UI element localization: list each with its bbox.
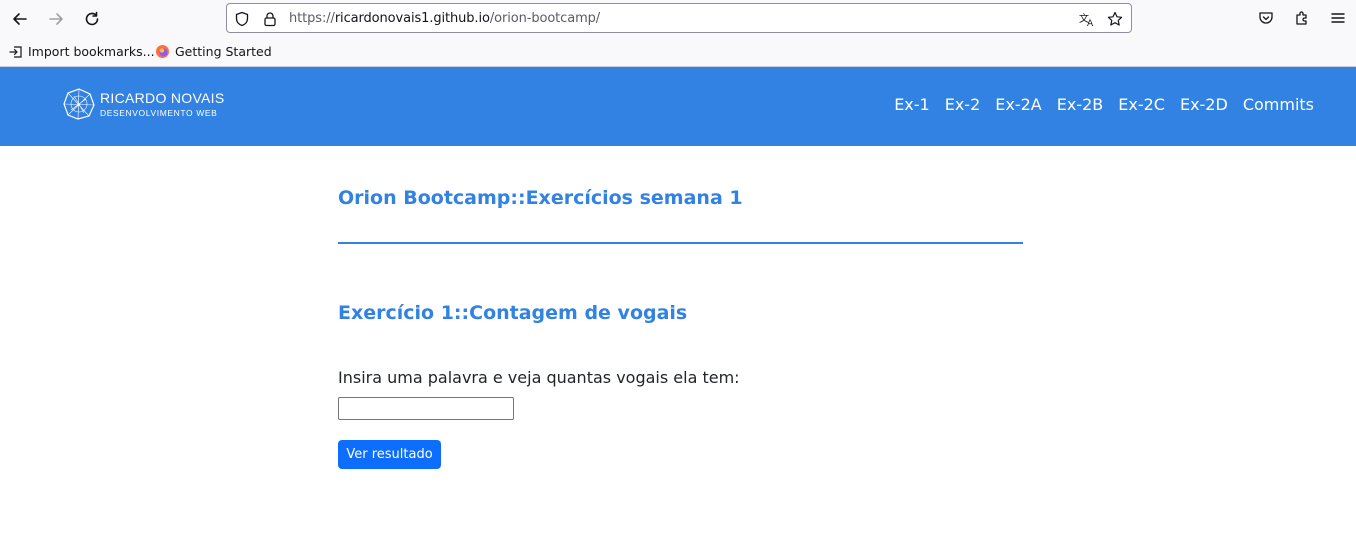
site-logo[interactable]: RICARDO NOVAIS DESENVOLVIMENTO WEB (62, 87, 225, 121)
forward-button[interactable] (45, 8, 67, 30)
reload-button[interactable] (81, 8, 103, 30)
nav-link-commits[interactable]: Commits (1243, 95, 1314, 114)
nav-link-ex-2a[interactable]: Ex-2A (995, 95, 1041, 114)
forward-arrow-icon (49, 13, 63, 25)
site-nav: Ex-1 Ex-2 Ex-2A Ex-2B Ex-2C Ex-2D Commit… (879, 95, 1314, 114)
bookmark-star-icon[interactable] (1107, 11, 1123, 27)
logo-subtitle: DESENVOLVIMENTO WEB (100, 107, 218, 118)
firefox-icon (156, 45, 169, 58)
nav-link-ex-2c[interactable]: Ex-2C (1118, 95, 1165, 114)
logo-text: RICARDO NOVAIS DESENVOLVIMENTO WEB (100, 91, 225, 118)
pocket-icon[interactable] (1257, 9, 1275, 27)
bookmarks-bar: Import bookmarks... Getting Started (0, 38, 1356, 67)
reload-icon (85, 11, 99, 26)
logo-emblem-icon (63, 88, 95, 120)
bookmark-import[interactable]: Import bookmarks... (9, 44, 155, 59)
section-title: Exercício 1::Contagem de vogais (338, 302, 688, 324)
extensions-icon[interactable] (1293, 9, 1311, 27)
nav-link-ex-2d[interactable]: Ex-2D (1180, 95, 1228, 114)
word-input-label: Insira uma palavra e veja quantas vogais… (338, 368, 740, 387)
lock-icon[interactable] (262, 11, 278, 27)
url-host: ricardonovais1.github.io (334, 11, 490, 26)
browser-toolbar: https://ricardonovais1.github.io/orion-b… (0, 0, 1356, 38)
back-arrow-icon (13, 13, 27, 25)
bookmark-label: Getting Started (175, 44, 272, 59)
see-result-button[interactable]: Ver resultado (338, 440, 441, 469)
bookmark-label: Import bookmarks... (28, 44, 155, 59)
shield-icon[interactable] (234, 11, 250, 27)
import-icon (9, 45, 22, 58)
url-text[interactable]: https://ricardonovais1.github.io/orion-b… (289, 11, 600, 26)
svg-text:A: A (1087, 19, 1094, 27)
url-bar[interactable]: https://ricardonovais1.github.io/orion-b… (226, 3, 1132, 33)
back-button[interactable] (9, 8, 31, 30)
nav-link-ex-2b[interactable]: Ex-2B (1057, 95, 1104, 114)
word-input[interactable] (338, 397, 514, 420)
nav-link-ex-2[interactable]: Ex-2 (945, 95, 981, 114)
translate-icon[interactable]: 文A (1079, 11, 1095, 27)
site-header: RICARDO NOVAIS DESENVOLVIMENTO WEB Ex-1 … (0, 67, 1356, 146)
title-divider (338, 242, 1023, 244)
menu-icon[interactable] (1329, 9, 1347, 27)
page-title: Orion Bootcamp::Exercícios semana 1 (338, 187, 743, 209)
bookmark-getting-started[interactable]: Getting Started (155, 44, 272, 59)
nav-link-ex-1[interactable]: Ex-1 (894, 95, 930, 114)
url-scheme: https:// (289, 11, 335, 26)
url-path: /orion-bootcamp/ (489, 11, 601, 26)
logo-title: RICARDO NOVAIS (100, 89, 225, 106)
